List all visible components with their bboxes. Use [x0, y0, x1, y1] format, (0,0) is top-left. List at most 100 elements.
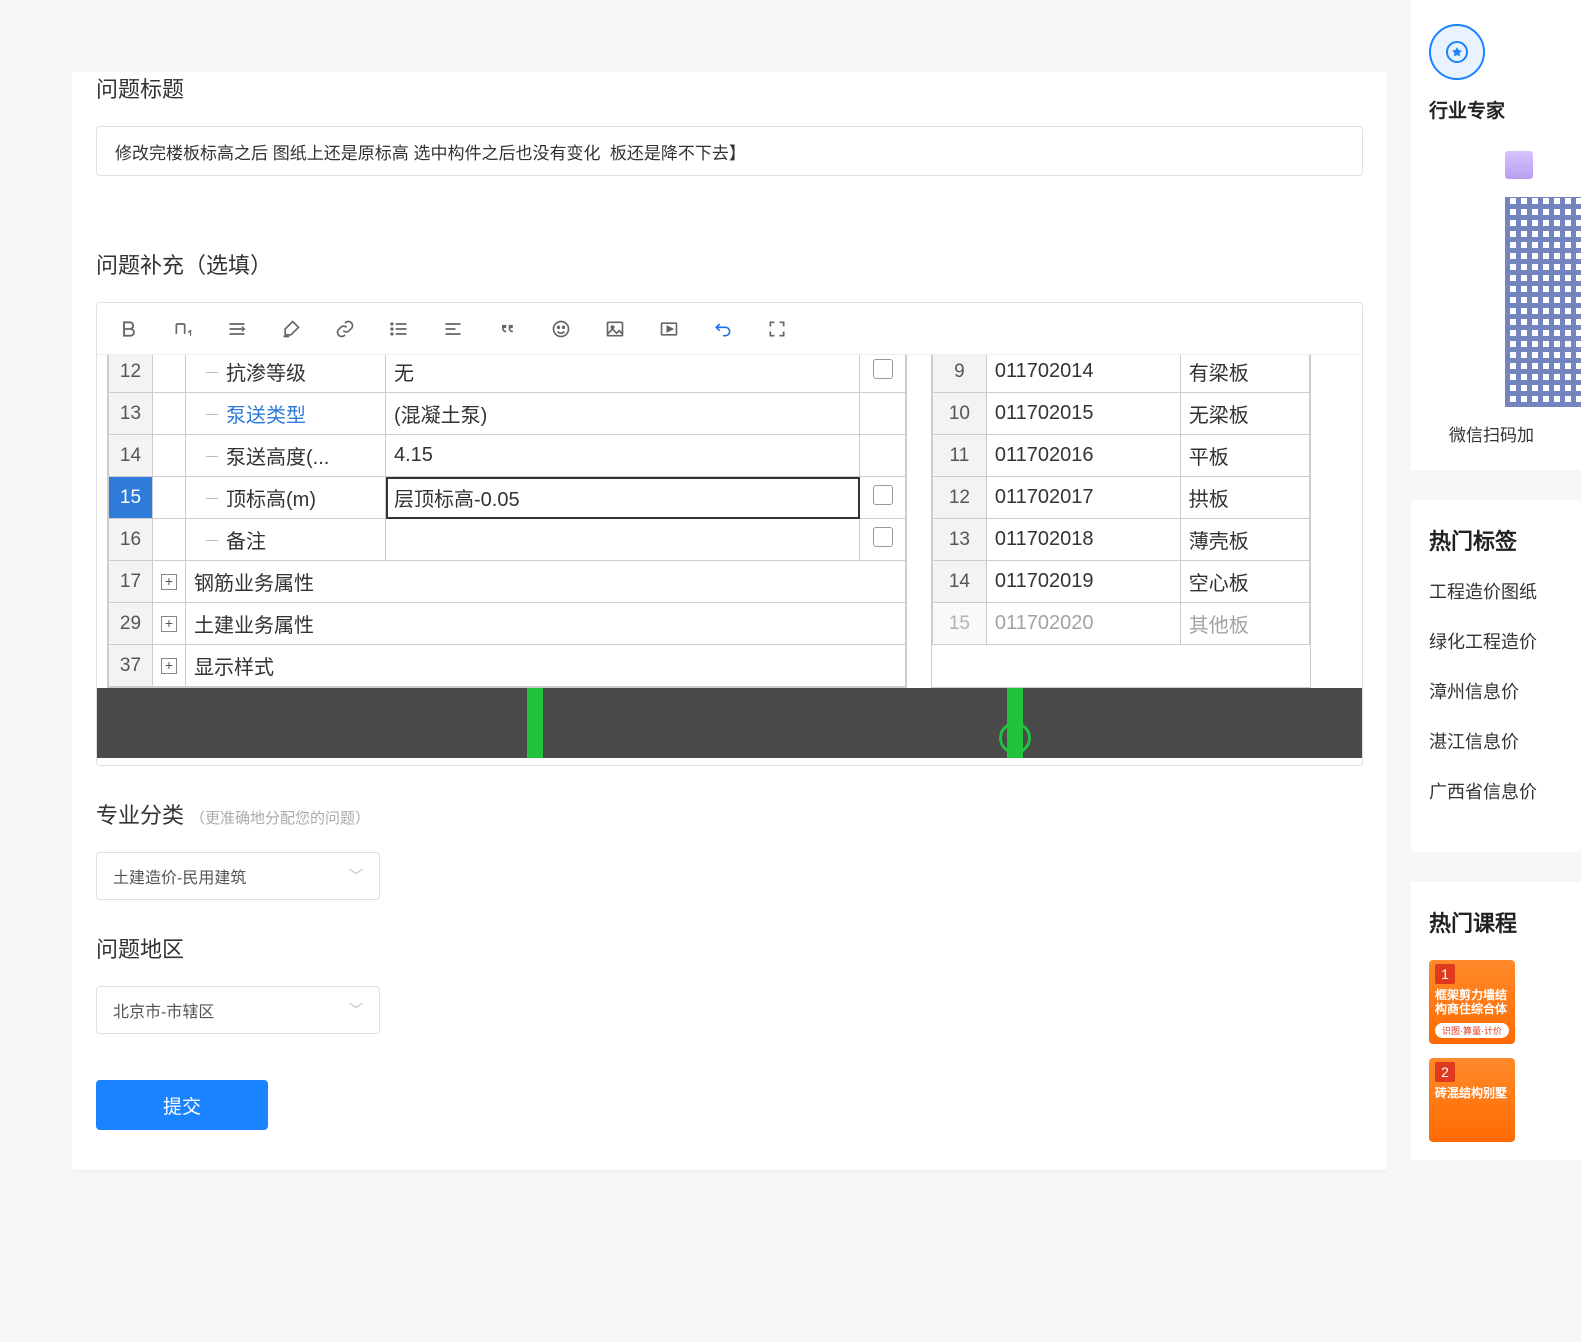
heading-icon[interactable]: [171, 317, 195, 341]
prop-value: (混凝土泵): [386, 393, 860, 435]
bold-icon[interactable]: [117, 317, 141, 341]
row-number: 12: [933, 477, 987, 519]
item-code: 011702016: [986, 435, 1180, 477]
highlight-icon[interactable]: [279, 317, 303, 341]
supplement-label: 问题补充（选填）: [96, 248, 1363, 280]
item-label: 其他板: [1180, 603, 1309, 645]
item-label: 有梁板: [1180, 355, 1309, 393]
category-value: 土建造价-民用建筑: [113, 864, 246, 888]
tag-link[interactable]: 工程造价图纸: [1429, 578, 1581, 604]
item-label: 平板: [1180, 435, 1309, 477]
item-label: 空心板: [1180, 561, 1309, 603]
prop-value: [386, 519, 860, 561]
align-icon[interactable]: [225, 317, 249, 341]
prop-value: 4.15: [386, 435, 860, 477]
expand-icon: +: [153, 561, 186, 603]
embedded-left-table: 12 抗渗等级无 13 泵送类型(混凝土泵) 14 泵送高度(...4.15 15 顶标高(m…: [107, 355, 907, 688]
checkbox: [860, 477, 906, 519]
prop-name: 泵送高度(...: [186, 435, 386, 477]
tag-link[interactable]: 广西省信息价: [1429, 778, 1581, 804]
category-select[interactable]: 土建造价-民用建筑 ﹀: [96, 852, 380, 900]
fullscreen-icon[interactable]: [765, 317, 789, 341]
expand-icon: +: [153, 645, 186, 687]
prop-value: 层顶标高-0.05: [386, 477, 860, 519]
undo-icon[interactable]: [711, 317, 735, 341]
row-number: 9: [933, 355, 987, 393]
question-title-input[interactable]: [96, 126, 1363, 176]
item-code: 011702014: [986, 355, 1180, 393]
region-label: 问题地区: [96, 932, 1363, 964]
group-name: 土建业务属性: [186, 603, 906, 645]
row-number: 17: [109, 561, 153, 603]
course-rank: 1: [1435, 964, 1455, 984]
prop-name: 顶标高(m): [186, 477, 386, 519]
qr-caption: 微信扫码加: [1449, 421, 1581, 446]
row-number: 37: [109, 645, 153, 687]
list-icon[interactable]: [387, 317, 411, 341]
checkbox: [860, 393, 906, 435]
submit-button[interactable]: 提交: [96, 1080, 268, 1130]
item-code: 011702017: [986, 477, 1180, 519]
row-number: 29: [109, 603, 153, 645]
badge-number: 2: [999, 722, 1031, 754]
expand-icon: +: [153, 603, 186, 645]
item-code: 011702015: [986, 393, 1180, 435]
item-label: 拱板: [1180, 477, 1309, 519]
item-code: 011702019: [986, 561, 1180, 603]
prop-value: 无: [386, 355, 860, 393]
row-number: 15: [933, 603, 987, 645]
region-value: 北京市-市辖区: [113, 998, 214, 1022]
sidebar: 行业专家 微信扫码加 热门标签 工程造价图纸绿化工程造价漳州信息价湛江信息价广西…: [1411, 0, 1581, 1190]
title-label: 问题标题: [96, 72, 1363, 104]
row-number: 15: [109, 477, 153, 519]
item-code: 011702020: [986, 603, 1180, 645]
editor-toolbar: [97, 303, 1362, 355]
quote-icon[interactable]: [495, 317, 519, 341]
course-sub: 识图·算量·计价: [1435, 1023, 1509, 1038]
prop-name: 备注: [186, 519, 386, 561]
qr-code-icon: [1505, 197, 1581, 407]
prop-name: 泵送类型: [186, 393, 386, 435]
embedded-right-table: 9011702014有梁板10011702015无梁板11011702016平板…: [931, 355, 1311, 688]
chevron-down-icon: ﹀: [349, 866, 363, 886]
tag-link[interactable]: 湛江信息价: [1429, 728, 1581, 754]
course-title: 砖混结构别墅: [1435, 1086, 1509, 1100]
region-select[interactable]: 北京市-市辖区 ﹀: [96, 986, 380, 1034]
row-number: 13: [109, 393, 153, 435]
expert-block: 行业专家 微信扫码加: [1411, 0, 1581, 470]
courses-title: 热门课程: [1429, 906, 1581, 938]
course-card[interactable]: 2 砖混结构别墅: [1429, 1058, 1515, 1142]
row-number: 10: [933, 393, 987, 435]
image-icon[interactable]: [603, 317, 627, 341]
prop-name: 抗渗等级: [186, 355, 386, 393]
paragraph-icon[interactable]: [441, 317, 465, 341]
item-label: 无梁板: [1180, 393, 1309, 435]
embedded-dark-strip: 2: [97, 688, 1362, 758]
course-title: 框架剪力墙结构商住综合体: [1435, 988, 1509, 1017]
emoji-icon[interactable]: [549, 317, 573, 341]
tags-title: 热门标签: [1429, 524, 1581, 556]
editor-content[interactable]: 12 抗渗等级无 13 泵送类型(混凝土泵) 14 泵送高度(...4.15 15 顶标高(m…: [97, 355, 1362, 765]
tag-link[interactable]: 绿化工程造价: [1429, 628, 1581, 654]
video-icon[interactable]: [657, 317, 681, 341]
courses-block: 热门课程 1 框架剪力墙结构商住综合体识图·算量·计价 2 砖混结构别墅: [1411, 882, 1581, 1160]
row-number: 12: [109, 355, 153, 393]
rich-editor: 12 抗渗等级无 13 泵送类型(混凝土泵) 14 泵送高度(...4.15 15 顶标高(m…: [96, 302, 1363, 766]
row-number: 14: [109, 435, 153, 477]
checkbox: [860, 435, 906, 477]
question-form-card: 问题标题 问题补充（选填）: [72, 72, 1387, 1170]
link-icon[interactable]: [333, 317, 357, 341]
group-name: 钢筋业务属性: [186, 561, 906, 603]
course-rank: 2: [1435, 1062, 1455, 1082]
expert-title: 行业专家: [1429, 96, 1581, 123]
chevron-down-icon: ﹀: [349, 1000, 363, 1020]
tags-block: 热门标签 工程造价图纸绿化工程造价漳州信息价湛江信息价广西省信息价: [1411, 500, 1581, 852]
expert-avatar[interactable]: [1505, 151, 1533, 179]
row-number: 14: [933, 561, 987, 603]
item-code: 011702018: [986, 519, 1180, 561]
category-label: 专业分类（更准确地分配您的问题）: [96, 798, 1363, 830]
tag-link[interactable]: 漳州信息价: [1429, 678, 1581, 704]
item-label: 薄壳板: [1180, 519, 1309, 561]
course-card[interactable]: 1 框架剪力墙结构商住综合体识图·算量·计价: [1429, 960, 1515, 1044]
checkbox: [860, 519, 906, 561]
